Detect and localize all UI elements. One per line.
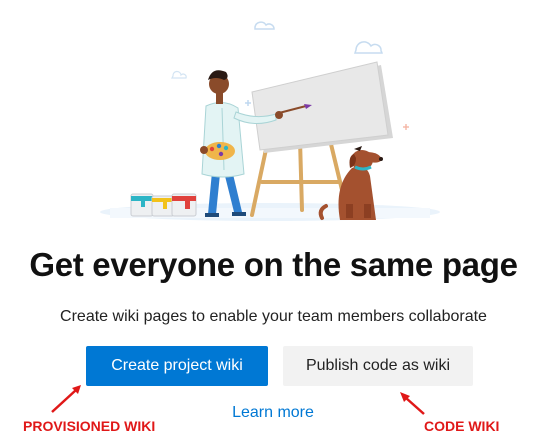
- cloud-icon: [171, 70, 187, 79]
- annotation-provisioned-wiki: PROVISIONED WIKI: [23, 418, 156, 434]
- learn-more-link[interactable]: Learn more: [220, 404, 326, 422]
- sparkle-icon: [403, 124, 409, 130]
- paint-cans: [130, 193, 197, 217]
- canvas-easel: [251, 61, 393, 153]
- arrow-icon: [51, 385, 81, 413]
- page-title: Get everyone on the same page: [29, 246, 518, 283]
- wiki-empty-state: Get everyone on the same page Create wik…: [0, 0, 547, 448]
- wiki-illustration: [100, 21, 440, 221]
- annotation-code-wiki: CODE WIKI: [424, 418, 500, 434]
- create-project-wiki-button[interactable]: Create project wiki: [86, 346, 268, 386]
- cloud-icon: [254, 21, 275, 30]
- page-description: Create wiki pages to enable your team me…: [60, 308, 487, 325]
- cloud-icon: [353, 41, 383, 54]
- publish-code-as-wiki-button[interactable]: Publish code as wiki: [283, 346, 473, 386]
- arrow-icon: [400, 392, 425, 415]
- sparkle-icon: [245, 100, 251, 106]
